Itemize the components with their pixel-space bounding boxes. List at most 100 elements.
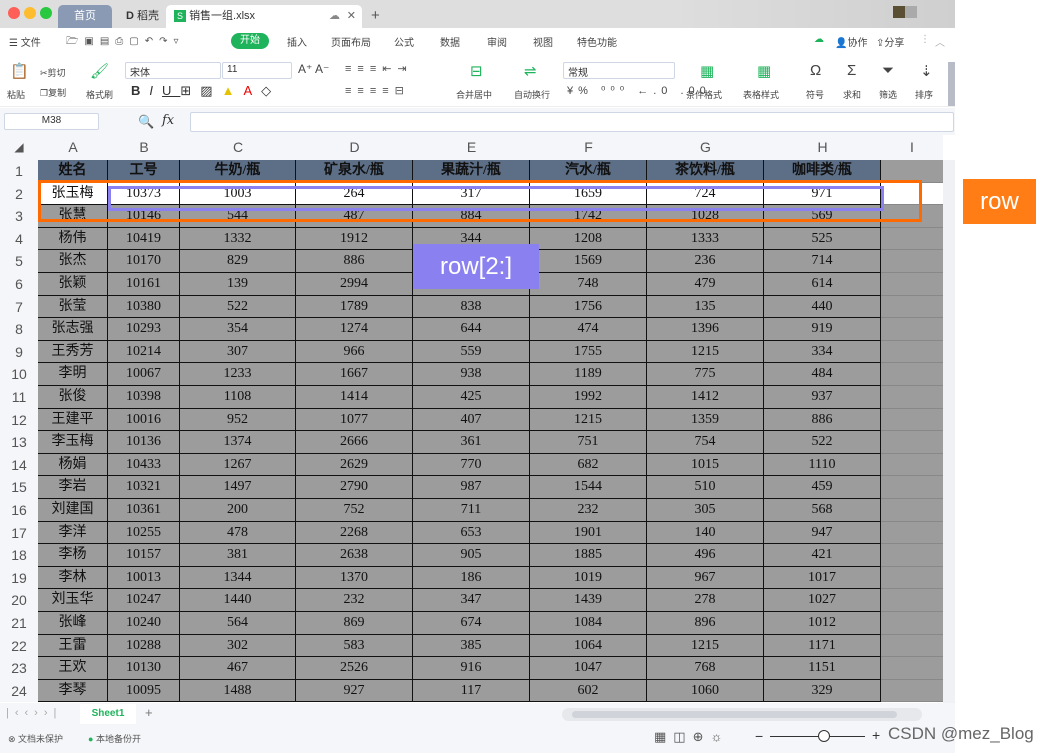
column-header-A[interactable]: A [38, 135, 108, 160]
table-cell[interactable]: 王欢 [38, 657, 108, 680]
table-cell[interactable]: 王建平 [38, 408, 108, 432]
table-cell[interactable]: 1544 [530, 476, 647, 499]
paste-button[interactable]: 粘贴 [7, 88, 25, 101]
table-cell[interactable]: 522 [180, 295, 296, 319]
close-tab-icon[interactable]: ✕ [347, 5, 356, 28]
table-cell[interactable]: 140 [647, 521, 764, 545]
row-header[interactable]: 14 [0, 453, 38, 477]
table-cell[interactable] [881, 318, 943, 341]
table-style-button[interactable]: 表格样式 [743, 88, 779, 101]
table-cell[interactable]: 937 [764, 386, 881, 409]
sigma-icon[interactable]: Σ [847, 62, 856, 79]
row-header[interactable]: 7 [0, 295, 38, 319]
table-cell[interactable]: 644 [413, 318, 530, 341]
table-cell[interactable]: 1439 [530, 589, 647, 612]
row-header[interactable]: 2 [0, 182, 38, 206]
table-cell[interactable] [881, 386, 943, 409]
tab-home[interactable]: 首页 [58, 5, 112, 28]
tab-review[interactable]: 审阅 [487, 34, 507, 49]
row-header[interactable]: 17 [0, 521, 38, 545]
table-cell[interactable]: 10016 [108, 408, 180, 432]
column-header-F[interactable]: F [530, 135, 647, 160]
protect-status[interactable]: ⊗ 文档未保护 [8, 732, 63, 745]
zoom-in-button[interactable]: + [872, 727, 880, 743]
more-icon[interactable]: ⋮ [920, 34, 930, 45]
table-cell[interactable]: 484 [764, 363, 881, 386]
table-cell[interactable]: 838 [413, 295, 530, 319]
sum-button[interactable]: 求和 [843, 88, 861, 101]
cloud-sync-icon[interactable]: ☁ [814, 34, 824, 45]
align-buttons-2[interactable]: ≡≡≡≡⊟ [345, 84, 410, 97]
table-cell[interactable]: 张俊 [38, 386, 108, 409]
table-cell[interactable]: 938 [413, 363, 530, 386]
table-cell[interactable]: 1992 [530, 386, 647, 409]
table-cell[interactable]: 1171 [764, 634, 881, 658]
column-header-C[interactable]: C [180, 135, 296, 160]
tab-file[interactable]: S 销售一组.xlsx ☁ ✕ [166, 5, 362, 28]
table-cell[interactable] [881, 634, 943, 658]
merge-icon[interactable]: ⊟ [470, 62, 483, 80]
tab-insert[interactable]: 插入 [287, 34, 307, 49]
table-cell[interactable]: 966 [296, 340, 413, 364]
font-size-adjust[interactable]: A⁺ A⁻ [298, 62, 329, 76]
table-cell[interactable]: 1027 [764, 589, 881, 612]
table-cell[interactable]: 10293 [108, 318, 180, 341]
table-cell[interactable]: 896 [647, 612, 764, 635]
table-cell[interactable]: 361 [413, 431, 530, 454]
table-cell[interactable]: 1370 [296, 566, 413, 590]
table-cell[interactable]: 135 [647, 295, 764, 319]
add-sheet-button[interactable]: + [145, 705, 153, 720]
tab-view[interactable]: 视图 [533, 34, 553, 49]
merge-button[interactable]: 合并居中 [456, 88, 492, 101]
table-cell[interactable]: 568 [764, 499, 881, 522]
table-cell[interactable]: 754 [647, 431, 764, 454]
table-cell[interactable] [881, 566, 943, 590]
table-cell[interactable]: 1396 [647, 318, 764, 341]
table-cell[interactable] [881, 679, 943, 703]
table-cell[interactable]: 751 [530, 431, 647, 454]
table-cell[interactable]: 1569 [530, 250, 647, 273]
table-cell[interactable]: 522 [764, 431, 881, 454]
table-cell[interactable]: 1233 [180, 363, 296, 386]
table-cell[interactable]: 186 [413, 566, 530, 590]
table-cell[interactable]: 1789 [296, 295, 413, 319]
table-cell[interactable] [881, 521, 943, 545]
table-cell[interactable]: 1110 [764, 453, 881, 477]
row-header[interactable]: 8 [0, 318, 38, 341]
table-cell[interactable]: 李洋 [38, 521, 108, 545]
table-cell[interactable]: 杨伟 [38, 227, 108, 251]
table-cell[interactable]: 1012 [764, 612, 881, 635]
table-cell[interactable]: 510 [647, 476, 764, 499]
table-cell[interactable]: 10288 [108, 634, 180, 658]
table-cell[interactable]: 1151 [764, 657, 881, 680]
row-header[interactable]: 6 [0, 273, 38, 296]
table-cell[interactable]: 775 [647, 363, 764, 386]
tab-features[interactable]: 特色功能 [577, 34, 617, 49]
table-cell[interactable]: 768 [647, 657, 764, 680]
table-cell[interactable]: 10013 [108, 566, 180, 590]
cut-button[interactable]: ✂剪切 [40, 66, 66, 79]
wrap-button[interactable]: 自动换行 [514, 88, 550, 101]
table-cell[interactable]: 947 [764, 521, 881, 545]
table-cell[interactable]: 1274 [296, 318, 413, 341]
table-cell[interactable]: 2268 [296, 521, 413, 545]
table-cell[interactable]: 10170 [108, 250, 180, 273]
table-cell[interactable]: 479 [647, 273, 764, 296]
table-cell[interactable]: 1189 [530, 363, 647, 386]
number-format-select[interactable]: 常规 [563, 62, 675, 79]
table-style-icon[interactable]: ▦ [757, 62, 771, 80]
font-select[interactable]: 宋体 [125, 62, 221, 79]
column-header-B[interactable]: B [108, 135, 180, 160]
table-cell[interactable] [881, 363, 943, 386]
table-cell[interactable] [881, 295, 943, 319]
table-cell[interactable]: 张莹 [38, 295, 108, 319]
row-header[interactable]: 16 [0, 499, 38, 522]
table-cell[interactable]: 1215 [647, 634, 764, 658]
table-cell[interactable]: 1901 [530, 521, 647, 545]
table-cell[interactable] [881, 589, 943, 612]
tab-start[interactable]: 开始 [231, 33, 269, 49]
table-cell[interactable]: 919 [764, 318, 881, 341]
table-cell[interactable]: 347 [413, 589, 530, 612]
row-header[interactable]: 15 [0, 476, 38, 499]
table-cell[interactable]: 886 [764, 408, 881, 432]
